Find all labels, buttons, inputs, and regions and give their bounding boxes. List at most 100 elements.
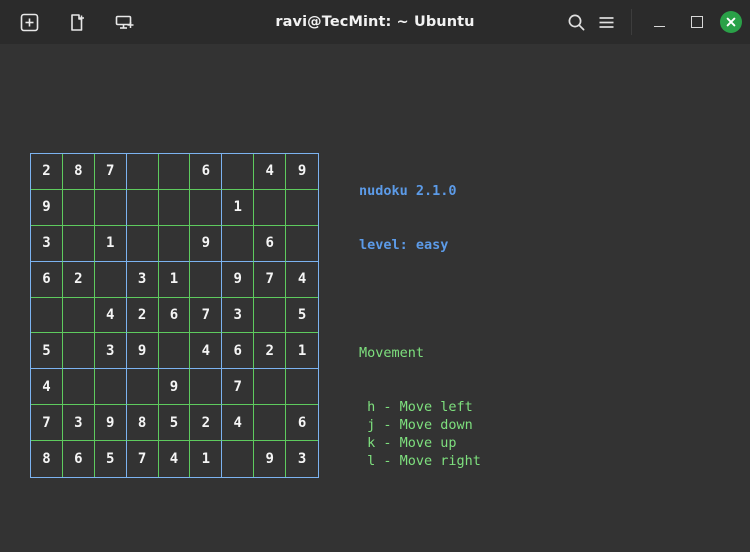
sudoku-cell-r2c1[interactable]: 9 — [31, 190, 63, 226]
sudoku-cell-r3c5[interactable] — [159, 226, 191, 262]
sudoku-cell-r3c2[interactable] — [63, 226, 95, 262]
sudoku-cell-r9c2[interactable]: 6 — [63, 441, 95, 477]
movement-item-4: l - Move right — [359, 452, 513, 470]
sudoku-cell-r8c9[interactable]: 6 — [286, 405, 318, 441]
new-window-icon — [68, 13, 87, 32]
sudoku-cell-r5c5[interactable]: 6 — [159, 298, 191, 334]
sudoku-cell-r6c5[interactable] — [159, 333, 191, 369]
sudoku-cell-r7c6[interactable] — [190, 369, 222, 405]
sudoku-cell-r5c1[interactable] — [31, 298, 63, 334]
sudoku-cell-r9c7[interactable] — [222, 441, 254, 477]
sudoku-cell-r3c7[interactable] — [222, 226, 254, 262]
minimize-button[interactable] — [644, 7, 674, 37]
sudoku-cell-r4c1[interactable]: 6 — [31, 262, 63, 298]
sudoku-cell-r8c2[interactable]: 3 — [63, 405, 95, 441]
sudoku-cell-r1c1[interactable]: 2 — [31, 154, 63, 190]
sudoku-cell-r6c3[interactable]: 3 — [95, 333, 127, 369]
sudoku-cell-r2c6[interactable] — [190, 190, 222, 226]
sudoku-cell-r9c5[interactable]: 4 — [159, 441, 191, 477]
sudoku-cell-r4c9[interactable]: 4 — [286, 262, 318, 298]
sudoku-cell-r6c4[interactable]: 9 — [127, 333, 159, 369]
sudoku-cell-r6c9[interactable]: 1 — [286, 333, 318, 369]
sudoku-cell-r1c4[interactable] — [127, 154, 159, 190]
sudoku-cell-r5c7[interactable]: 3 — [222, 298, 254, 334]
movement-item-3: k - Move up — [359, 434, 513, 452]
sudoku-cell-r9c1[interactable]: 8 — [31, 441, 63, 477]
title-bar-left-actions — [8, 7, 140, 37]
new-terminal-button[interactable] — [110, 7, 140, 37]
sudoku-cell-r4c6[interactable] — [190, 262, 222, 298]
maximize-button[interactable] — [682, 7, 712, 37]
sudoku-cell-r4c8[interactable]: 7 — [254, 262, 286, 298]
sudoku-cell-r1c9[interactable]: 9 — [286, 154, 318, 190]
sudoku-cell-r7c5[interactable]: 9 — [159, 369, 191, 405]
sudoku-grid[interactable]: 2876499131966231974426735539462149773985… — [30, 153, 319, 478]
sudoku-cell-r3c4[interactable] — [127, 226, 159, 262]
sudoku-cell-r2c3[interactable] — [95, 190, 127, 226]
sudoku-cell-r8c1[interactable]: 7 — [31, 405, 63, 441]
sudoku-cell-r7c8[interactable] — [254, 369, 286, 405]
sudoku-cell-r2c5[interactable] — [159, 190, 191, 226]
maximize-icon — [691, 16, 703, 28]
close-button[interactable] — [720, 11, 742, 33]
sudoku-cell-r9c6[interactable]: 1 — [190, 441, 222, 477]
sudoku-cell-r3c9[interactable] — [286, 226, 318, 262]
sudoku-cell-r3c1[interactable]: 3 — [31, 226, 63, 262]
sudoku-cell-r7c3[interactable] — [95, 369, 127, 405]
sudoku-cell-r4c4[interactable]: 3 — [127, 262, 159, 298]
sudoku-cell-r2c2[interactable] — [63, 190, 95, 226]
sudoku-cell-r6c8[interactable]: 2 — [254, 333, 286, 369]
sudoku-cell-r4c5[interactable]: 1 — [159, 262, 191, 298]
sudoku-cell-r4c2[interactable]: 2 — [63, 262, 95, 298]
sudoku-cell-r4c3[interactable] — [95, 262, 127, 298]
sudoku-cell-r9c8[interactable]: 9 — [254, 441, 286, 477]
sudoku-cell-r2c7[interactable]: 1 — [222, 190, 254, 226]
menu-button[interactable] — [591, 7, 621, 37]
terminal-body[interactable]: 2876499131966231974426735539462149773985… — [0, 44, 750, 552]
sudoku-cell-r5c6[interactable]: 7 — [190, 298, 222, 334]
sudoku-cell-r8c3[interactable]: 9 — [95, 405, 127, 441]
sudoku-cell-r3c8[interactable]: 6 — [254, 226, 286, 262]
sudoku-cell-r6c1[interactable]: 5 — [31, 333, 63, 369]
title-bar: ravi@TecMint: ~ Ubuntu — [0, 0, 750, 44]
sudoku-cell-r5c8[interactable] — [254, 298, 286, 334]
sudoku-cell-r6c6[interactable]: 4 — [190, 333, 222, 369]
movement-list: h - Move left j - Move down k - Move up … — [359, 398, 513, 470]
sudoku-cell-r4c7[interactable]: 9 — [222, 262, 254, 298]
sudoku-cell-r2c8[interactable] — [254, 190, 286, 226]
sudoku-cell-r5c9[interactable]: 5 — [286, 298, 318, 334]
new-tab-button[interactable] — [14, 7, 44, 37]
sudoku-cell-r6c7[interactable]: 6 — [222, 333, 254, 369]
sudoku-cell-r1c6[interactable]: 6 — [190, 154, 222, 190]
sudoku-cell-r9c3[interactable]: 5 — [95, 441, 127, 477]
title-bar-right-actions — [561, 7, 744, 37]
sudoku-cell-r5c4[interactable]: 2 — [127, 298, 159, 334]
sudoku-cell-r6c2[interactable] — [63, 333, 95, 369]
sudoku-cell-r1c8[interactable]: 4 — [254, 154, 286, 190]
sudoku-cell-r2c4[interactable] — [127, 190, 159, 226]
sudoku-cell-r2c9[interactable] — [286, 190, 318, 226]
new-window-button[interactable] — [62, 7, 92, 37]
sudoku-cell-r8c7[interactable]: 4 — [222, 405, 254, 441]
sudoku-cell-r9c9[interactable]: 3 — [286, 441, 318, 477]
movement-item-1: h - Move left — [359, 398, 513, 416]
sudoku-cell-r8c8[interactable] — [254, 405, 286, 441]
sudoku-cell-r8c4[interactable]: 8 — [127, 405, 159, 441]
sudoku-cell-r5c3[interactable]: 4 — [95, 298, 127, 334]
sudoku-cell-r1c7[interactable] — [222, 154, 254, 190]
sudoku-cell-r3c6[interactable]: 9 — [190, 226, 222, 262]
sudoku-cell-r7c2[interactable] — [63, 369, 95, 405]
sudoku-cell-r1c5[interactable] — [159, 154, 191, 190]
sudoku-cell-r3c3[interactable]: 1 — [95, 226, 127, 262]
sudoku-cell-r1c3[interactable]: 7 — [95, 154, 127, 190]
sudoku-cell-r7c1[interactable]: 4 — [31, 369, 63, 405]
sudoku-cell-r8c6[interactable]: 2 — [190, 405, 222, 441]
sudoku-cell-r7c9[interactable] — [286, 369, 318, 405]
sudoku-cell-r9c4[interactable]: 7 — [127, 441, 159, 477]
sudoku-cell-r7c7[interactable]: 7 — [222, 369, 254, 405]
sudoku-cell-r5c2[interactable] — [63, 298, 95, 334]
search-button[interactable] — [561, 7, 591, 37]
sudoku-cell-r1c2[interactable]: 8 — [63, 154, 95, 190]
sudoku-cell-r7c4[interactable] — [127, 369, 159, 405]
sudoku-cell-r8c5[interactable]: 5 — [159, 405, 191, 441]
